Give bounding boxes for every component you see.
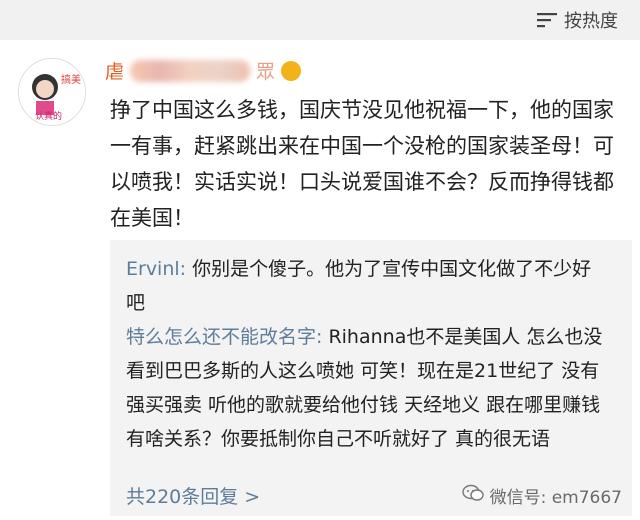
reply-item: Ervinl: 你别是个傻子。他为了宣传中国文化做了不少好吧 [126,252,606,320]
sort-label: 按热度 [564,11,618,32]
crown-icon [281,60,302,81]
svg-text:搞美: 搞美 [61,73,81,86]
avatar-image: 搞美 认真的 [19,59,85,125]
more-replies-link[interactable]: 共220条回复 > [126,482,260,509]
watermark-text: 微信号: em7667 [489,488,622,508]
top-bar: 按热度 [0,0,640,40]
reply-author[interactable]: 特么怎么还不能改名字: [126,326,322,348]
reply-text: 你别是个傻子。他为了宣传中国文化做了不少好吧 [126,258,592,314]
wechat-icon [461,484,484,507]
comment-username[interactable]: 虐 眾 [105,57,302,84]
username-suffix: 眾 [256,61,276,83]
username-prefix: 虐 [105,61,125,83]
sort-icon [537,11,557,29]
reply-item: 特么怎么还不能改名字: Rihanna也不是美国人 怎么也没看到巴巴多斯的人这么… [126,320,606,456]
avatar[interactable]: 搞美 认真的 [18,58,86,126]
reply-author[interactable]: Ervinl: [126,258,186,280]
comment-text: 挣了中国这么多钱，国庆节没见他祝福一下，他的国家一有事，赶紧跳出来在中国一个没枪… [110,98,614,230]
username-blur [130,59,251,82]
wechat-watermark: 微信号: em7667 [461,483,622,508]
avatar-label: 认真的 [35,110,62,122]
sort-by-hot-button[interactable]: 按热度 [537,7,618,33]
reply-box: Ervinl: 你别是个傻子。他为了宣传中国文化做了不少好吧 特么怎么还不能改名… [110,240,632,516]
